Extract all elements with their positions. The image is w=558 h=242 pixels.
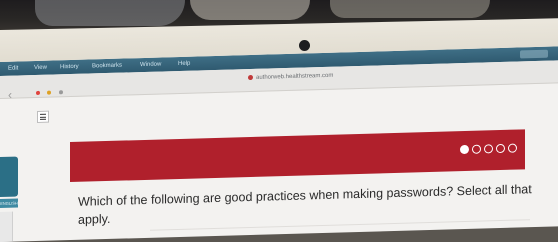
- progress-dot: [472, 144, 481, 154]
- progress-dot: [508, 143, 517, 153]
- site-icon: [248, 74, 253, 81]
- menu-item-view[interactable]: View: [34, 61, 47, 75]
- hamburger-menu-icon[interactable]: [37, 110, 49, 123]
- progress-dot: [484, 144, 493, 154]
- laptop-screen: Edit View History Bookmarks Window Help …: [0, 46, 558, 242]
- menu-item-help[interactable]: Help: [178, 57, 190, 71]
- side-panel-label: ENGLISH: [0, 198, 18, 208]
- window-controls: [36, 81, 66, 100]
- background-object: [330, 0, 490, 18]
- menu-item-window[interactable]: Window: [140, 57, 161, 72]
- minimize-window-icon[interactable]: [47, 90, 52, 95]
- side-panel-edge: [0, 211, 13, 242]
- menubar-status-icons: [520, 49, 548, 59]
- progress-indicator: [460, 143, 517, 155]
- menu-item-bookmarks[interactable]: Bookmarks: [92, 59, 122, 74]
- side-panel-tab[interactable]: [0, 156, 18, 197]
- address-bar[interactable]: authorweb.healthstream.com: [248, 73, 333, 81]
- close-window-icon[interactable]: [36, 90, 40, 95]
- progress-dot: [496, 143, 505, 154]
- webcam-icon: [299, 40, 310, 51]
- address-url: authorweb.healthstream.com: [256, 72, 334, 81]
- menu-item-history[interactable]: History: [60, 60, 79, 75]
- background-object: [35, 0, 185, 26]
- menu-item-edit[interactable]: Edit: [8, 61, 18, 75]
- progress-dot-active: [460, 144, 469, 155]
- background-object: [190, 0, 310, 20]
- back-arrow-icon[interactable]: ‹: [8, 88, 12, 102]
- question-banner: [70, 129, 525, 183]
- zoom-window-icon[interactable]: [58, 90, 63, 95]
